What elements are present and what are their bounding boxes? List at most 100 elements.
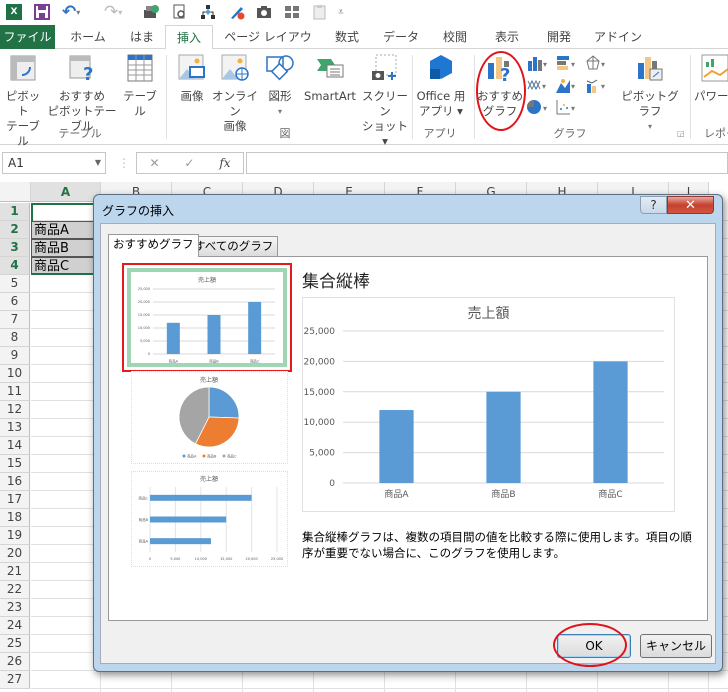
svg-text:?: ?	[83, 64, 93, 83]
grid-icon[interactable]	[284, 3, 300, 21]
row-header-8[interactable]: 8	[0, 329, 30, 347]
thumbnail-bar-svg: 売上額 0 5,000 10,000 15,000 20,000 25,000 商品A 商品B 商…	[139, 475, 284, 561]
combo-chart-icon[interactable]: ▾	[586, 77, 606, 93]
row-header-14[interactable]: 14	[0, 437, 30, 455]
undo-icon[interactable]: ↶ ▾	[62, 2, 80, 22]
row-header-24[interactable]: 24	[0, 617, 30, 635]
row-header-16[interactable]: 16	[0, 473, 30, 491]
tab-home[interactable]: ホーム	[63, 25, 113, 49]
picture-button[interactable]: 画像	[172, 53, 212, 104]
redo-dropdown-icon[interactable]: ▾	[118, 8, 122, 17]
tab-file[interactable]: ファイル	[0, 25, 55, 49]
row-header-12[interactable]: 12	[0, 401, 30, 419]
ok-button[interactable]: OK	[557, 634, 631, 658]
table-label: テーブル	[123, 89, 157, 118]
row-header-27[interactable]: 27	[0, 671, 30, 689]
camera-icon[interactable]	[256, 3, 272, 21]
screenshot-button[interactable]: スクリーン ショット ▾	[360, 53, 410, 149]
cell-A2[interactable]: 商品A	[31, 221, 101, 239]
row-header-17[interactable]: 17	[0, 491, 30, 509]
smartart-button[interactable]: SmartArt	[302, 53, 358, 104]
bar-chart-icon[interactable]: ▾	[556, 55, 576, 71]
row-header-20[interactable]: 20	[0, 545, 30, 563]
tab-recommended-charts[interactable]: おすすめグラフ	[108, 234, 199, 257]
cancel-entry-icon[interactable]: ✕	[149, 156, 159, 170]
row-header-10[interactable]: 10	[0, 365, 30, 383]
thumbnail-bar-chart[interactable]: 売上額 0 5,000 10,000 15,000 20,000 25,000 商品A 商品B 商…	[131, 471, 288, 567]
row-header-13[interactable]: 13	[0, 419, 30, 437]
name-box[interactable]: A1 ▼	[2, 152, 106, 174]
pie-chart-icon[interactable]: ▾	[527, 99, 547, 115]
row-header-1[interactable]: 1	[0, 203, 30, 221]
row-header-25[interactable]: 25	[0, 635, 30, 653]
cell-A1[interactable]	[31, 203, 101, 221]
online-picture-button[interactable]: オンライン 画像	[212, 53, 258, 134]
undo-dropdown-icon[interactable]: ▾	[76, 8, 80, 17]
scatter-chart-icon[interactable]: ▾	[556, 99, 576, 115]
row-header-26[interactable]: 26	[0, 653, 30, 671]
tab-formulas[interactable]: 数式	[324, 25, 370, 49]
column-chart-icon[interactable]: ▾	[527, 55, 547, 71]
row-header-22[interactable]: 22	[0, 581, 30, 599]
y-tick-label: 25,000	[304, 327, 336, 337]
print-preview-icon[interactable]	[172, 3, 188, 21]
office-apps-button[interactable]: Office 用 アプリ ▾	[414, 53, 468, 119]
customize-qat-icon[interactable]: ⩡	[338, 3, 344, 21]
close-button[interactable]: ✕	[667, 196, 714, 214]
row-header-21[interactable]: 21	[0, 563, 30, 581]
cell-A3[interactable]: 商品B	[31, 239, 101, 257]
name-box-dropdown-icon[interactable]: ▼	[95, 153, 101, 173]
ribbon: ピボット テーブル ? おすすめ ピボットテーブル テーブル テーブル 画像 オ…	[0, 49, 728, 148]
tab-page-layout[interactable]: ページ レイアウト	[222, 25, 314, 68]
tab-data[interactable]: データ	[378, 25, 424, 49]
insert-function-icon[interactable]: fx	[219, 156, 230, 170]
thumbnail-pie-chart[interactable]: 売上額 商品A 商品B 商品C	[131, 371, 288, 464]
row-header-7[interactable]: 7	[0, 311, 30, 329]
row-header-3[interactable]: 3	[0, 239, 30, 257]
org-chart-icon[interactable]	[200, 3, 216, 21]
table-button[interactable]: テーブル	[118, 53, 162, 119]
row-header-23[interactable]: 23	[0, 599, 30, 617]
row-header-19[interactable]: 19	[0, 527, 30, 545]
select-all-corner[interactable]	[0, 182, 31, 202]
pivot-table-button[interactable]: ピボット テーブル	[2, 53, 44, 149]
recommended-pivot-table-button[interactable]: ? おすすめ ピボットテーブル	[46, 53, 118, 134]
tab-hama[interactable]: はま	[122, 25, 162, 49]
print-icon[interactable]	[142, 3, 160, 21]
tab-all-charts[interactable]: すべてのグラフ	[189, 236, 279, 256]
clipboard-icon[interactable]	[312, 3, 328, 21]
row-header-9[interactable]: 9	[0, 347, 30, 365]
row-header-4[interactable]: 4	[0, 257, 30, 275]
row-header-18[interactable]: 18	[0, 509, 30, 527]
row-header-2[interactable]: 2	[0, 221, 30, 239]
area-chart-icon[interactable]: ▾	[556, 77, 576, 93]
formula-input[interactable]	[246, 152, 728, 174]
cancel-button[interactable]: キャンセル	[640, 634, 712, 658]
tab-addins[interactable]: アドイン	[590, 25, 646, 49]
row-header-15[interactable]: 15	[0, 455, 30, 473]
recommended-charts-button[interactable]: ? おすすめ グラフ	[477, 53, 523, 119]
enter-entry-icon[interactable]: ✓	[184, 156, 194, 170]
line-chart-icon[interactable]: ▾	[527, 77, 547, 93]
tab-developer[interactable]: 開発	[538, 25, 580, 49]
pivot-chart-button[interactable]: ピボットグラフ ▾	[618, 53, 682, 134]
svg-text:▾: ▾	[571, 60, 575, 69]
tab-insert[interactable]: 挿入	[165, 25, 213, 50]
tab-review[interactable]: 校閲	[434, 25, 476, 49]
radar-chart-icon[interactable]: ▾	[586, 55, 606, 71]
row-header-11[interactable]: 11	[0, 383, 30, 401]
power-view-button[interactable]: パワー	[694, 53, 728, 104]
column-header-A[interactable]: A	[31, 182, 101, 202]
save-icon[interactable]	[34, 3, 50, 21]
tab-view[interactable]: 表示	[486, 25, 528, 49]
cell-A4[interactable]: 商品C	[31, 257, 101, 275]
help-button[interactable]: ?	[640, 196, 667, 214]
thumbnail-column-chart[interactable]: 売上額 0 5,000 10,000 15,000 20,000 25,000 商品A 商品B 商…	[122, 263, 292, 372]
charts-dialog-launcher-icon[interactable]: ◲	[677, 129, 685, 138]
row-header-6[interactable]: 6	[0, 293, 30, 311]
y-tick-label: 20,000	[138, 300, 150, 304]
shapes-button[interactable]: 図形 ▾	[262, 53, 298, 119]
row-header-5[interactable]: 5	[0, 275, 30, 293]
redo-icon[interactable]: ↷ ▾	[104, 2, 122, 22]
pen-icon[interactable]	[228, 3, 246, 21]
